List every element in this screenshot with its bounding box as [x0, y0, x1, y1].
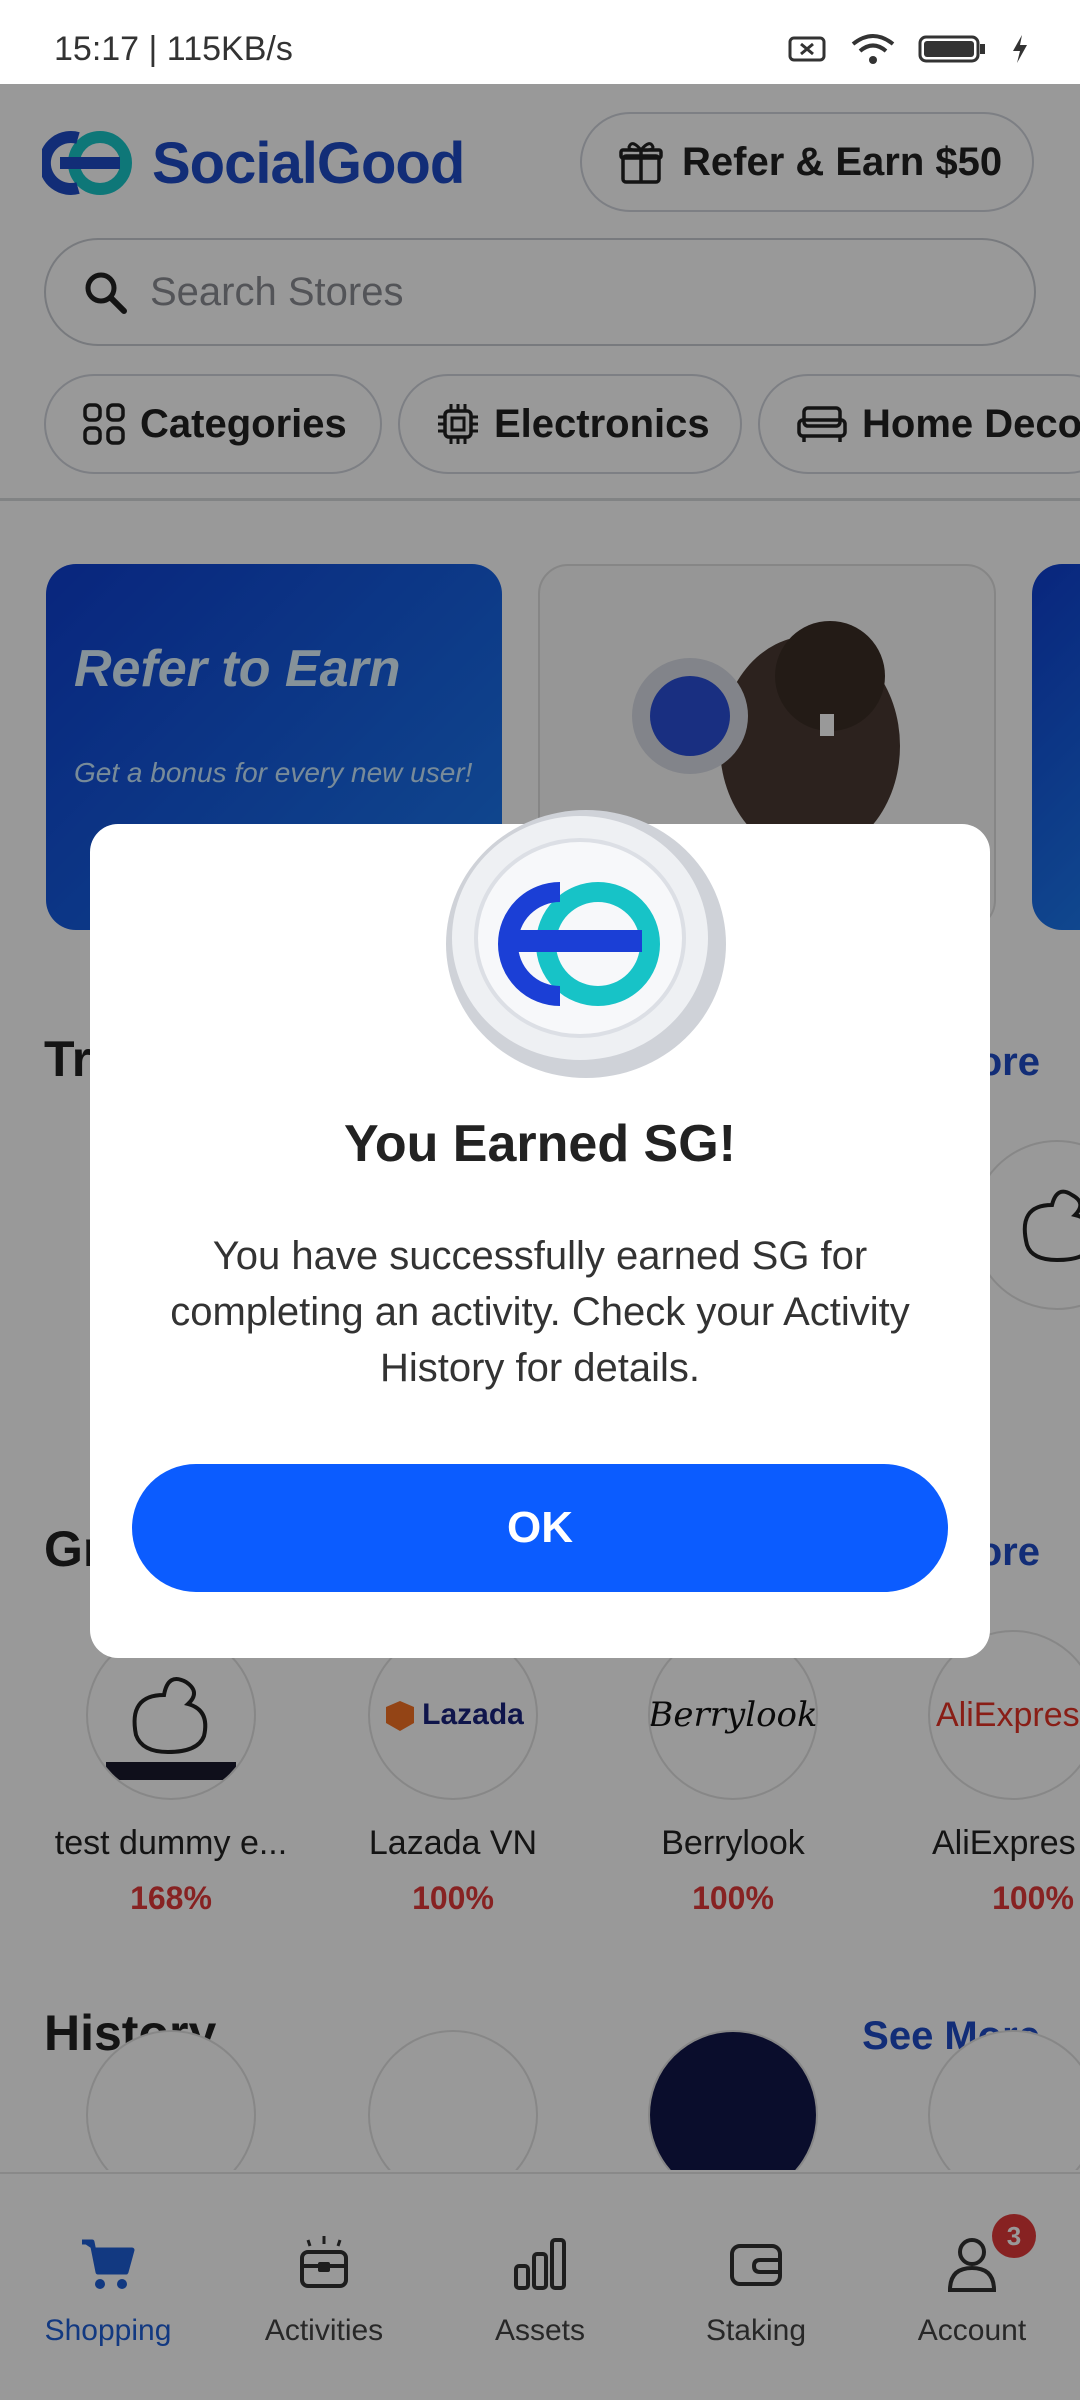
sim-off-icon — [788, 36, 826, 62]
dialog-message: You have successfully earned SG for comp… — [170, 1234, 910, 1390]
earned-sg-dialog: You Earned SG! You have successfully ear… — [90, 810, 990, 1658]
ok-button[interactable]: OK — [132, 1464, 948, 1592]
status-bar: 15:17 | 115KB/s — [0, 0, 1080, 84]
status-icons — [788, 32, 1030, 66]
wifi-icon — [851, 34, 895, 64]
status-time: 15:17 | 115KB/s — [54, 30, 293, 68]
dialog-title: You Earned SG! — [344, 1115, 736, 1173]
sg-coin-image — [440, 794, 732, 1086]
charging-icon — [1013, 35, 1027, 63]
battery-icon — [918, 35, 985, 63]
sg-coin-icon — [446, 810, 726, 1078]
